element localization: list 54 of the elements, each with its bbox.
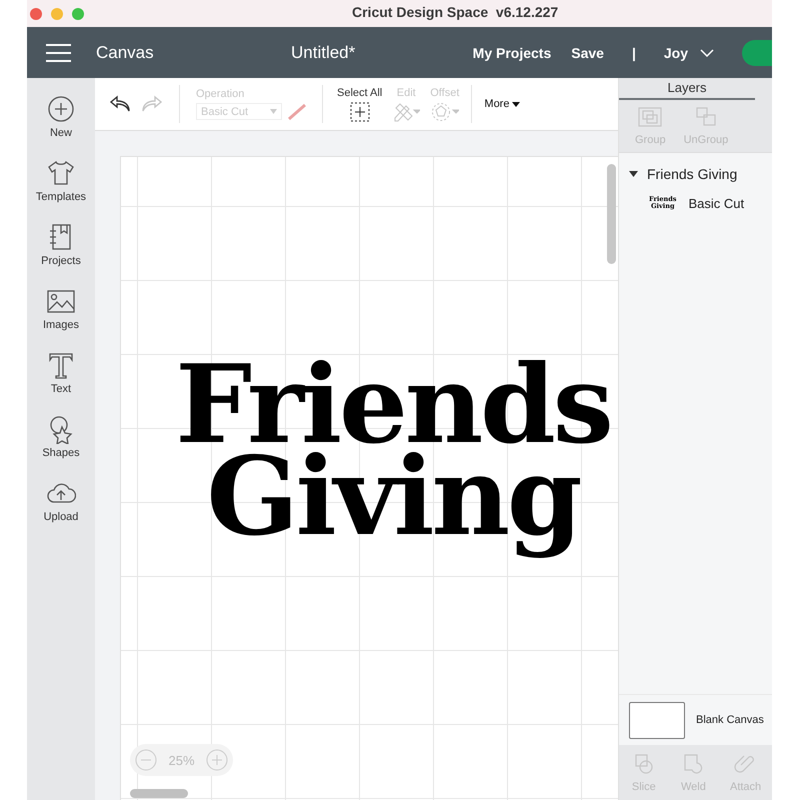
sidebar-label: Shapes (42, 447, 80, 459)
sidebar-item[interactable]: Shapes (42, 414, 80, 459)
sidebar-item[interactable]: Projects (41, 222, 81, 267)
zoom-in-icon[interactable] (206, 749, 228, 771)
header-link[interactable]: My Projects (472, 44, 552, 60)
sidebar-item[interactable]: Upload (44, 478, 78, 523)
pen-color-icon (286, 102, 308, 120)
close-button[interactable] (30, 8, 42, 20)
redo-icon (141, 95, 163, 113)
zoom-out-icon[interactable] (135, 749, 157, 771)
tool-button[interactable]: Select All (337, 86, 382, 122)
undo-button[interactable] (109, 95, 131, 113)
group-icon (637, 106, 664, 128)
more-button[interactable]: More (484, 98, 520, 110)
design-canvas[interactable]: Friends Giving 25% (121, 157, 618, 800)
sidebar-label: Projects (41, 255, 81, 267)
plus-circle-icon (46, 94, 76, 124)
header-link[interactable]: Save (571, 44, 604, 60)
pentagon-offset-icon (430, 102, 459, 122)
scrollbar[interactable] (130, 789, 188, 798)
canvas-thumbnail (629, 702, 685, 738)
operation-label: Operation (196, 88, 244, 100)
make-button[interactable] (742, 40, 772, 66)
user-menu[interactable]: Joy (664, 44, 714, 60)
sidebar-label: Templates (36, 191, 86, 203)
select-all-icon (350, 102, 370, 122)
document-title: Untitled* (291, 42, 356, 62)
caret-icon (512, 102, 520, 106)
menu-icon[interactable] (46, 44, 71, 62)
dropdown-arrow-icon (270, 109, 277, 114)
separator-text: | (632, 44, 636, 60)
window-title: Cricut Design Space v6.12.227 (352, 4, 558, 20)
zoom-level: 25% (168, 752, 195, 768)
minimize-button[interactable] (51, 8, 63, 20)
sidebar-label: Images (42, 319, 80, 331)
blank-canvas-row[interactable]: Blank Canvas (619, 694, 772, 745)
maximize-button[interactable] (72, 8, 84, 20)
section-title: Canvas (96, 42, 155, 62)
sidebar-item[interactable]: New (46, 94, 76, 139)
chevron-down-icon (700, 48, 714, 56)
layer-name: Basic Cut (688, 196, 744, 210)
sidebar-item[interactable]: Images (42, 286, 80, 331)
sidebar-label: New (50, 127, 72, 139)
pencil-ruler-icon (392, 102, 420, 122)
expand-caret-icon[interactable] (629, 171, 638, 177)
sidebar-label: Upload (44, 511, 78, 523)
layer-group[interactable]: Friends Giving (619, 163, 772, 185)
blank-canvas-label: Blank Canvas (696, 714, 764, 726)
sidebar-item[interactable]: Text (46, 350, 76, 395)
sidebar-label: Text (50, 383, 72, 395)
undo-icon (109, 95, 131, 113)
sidebar-item[interactable]: Templates (36, 158, 86, 203)
scrollbar[interactable] (607, 164, 616, 264)
layer-group-name: Friends Giving (647, 166, 738, 182)
